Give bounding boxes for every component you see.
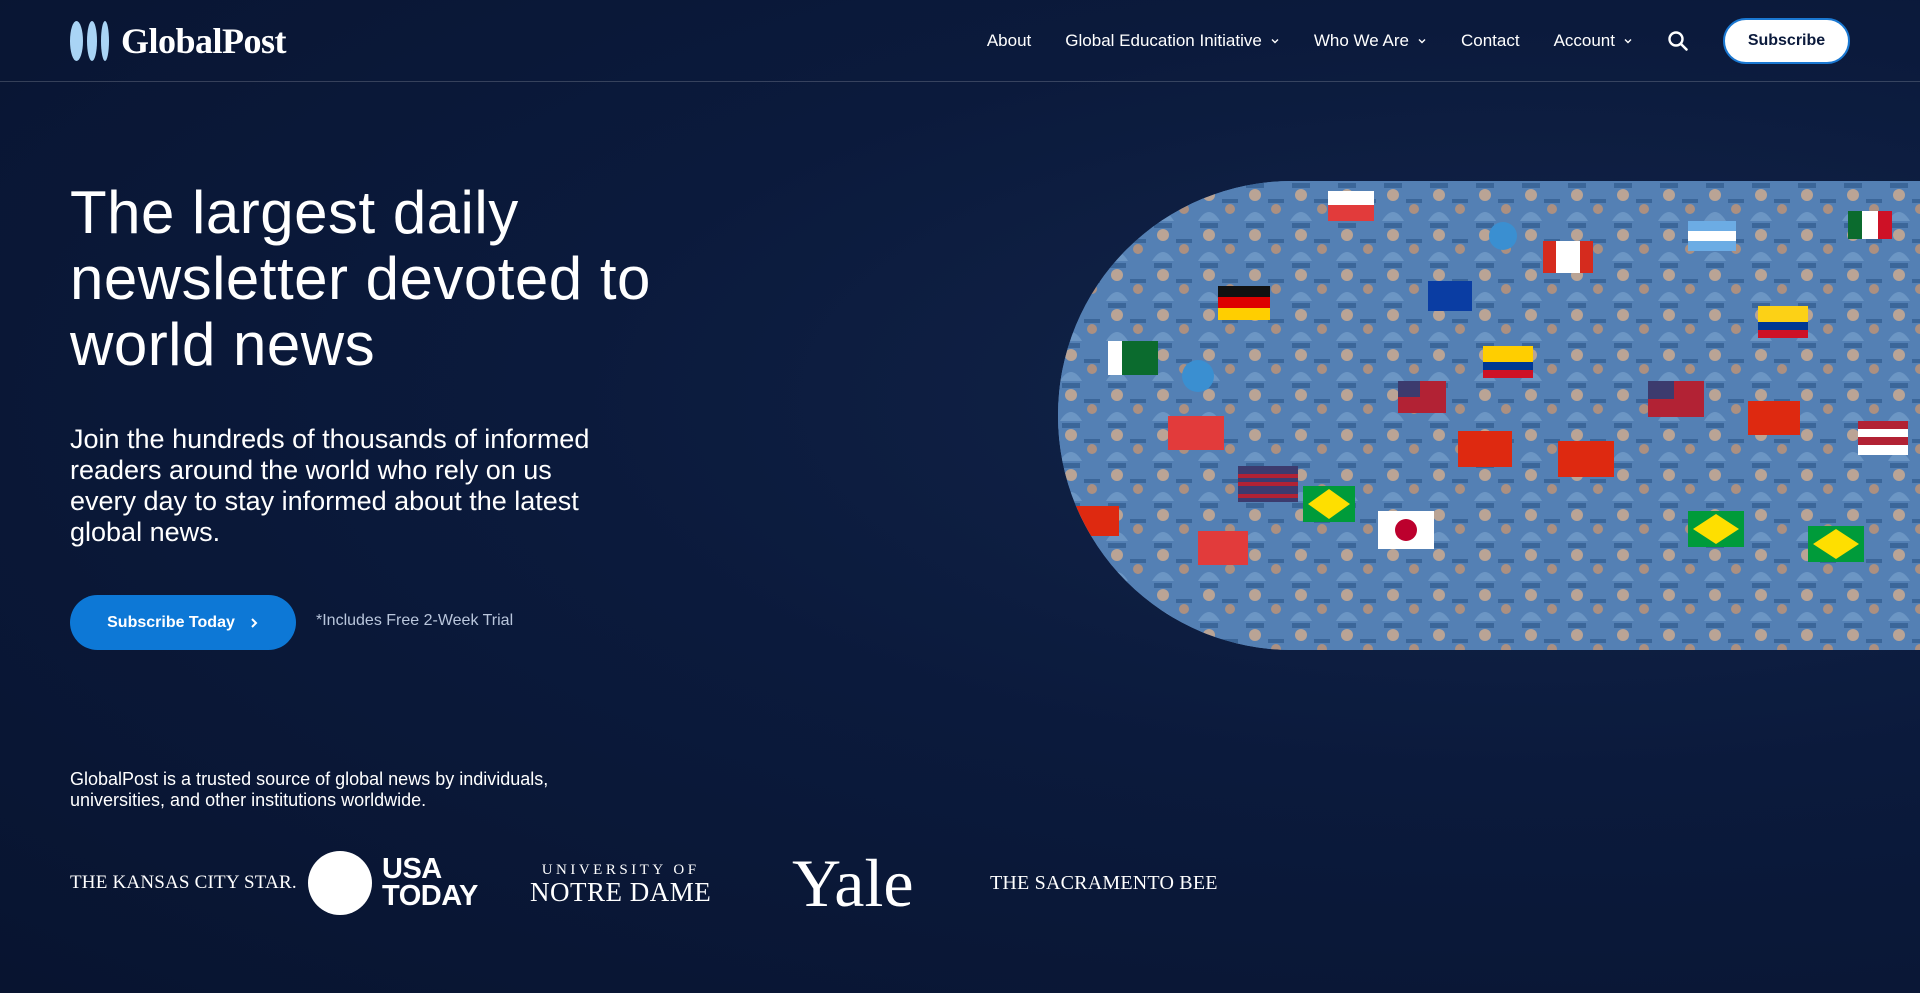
main-nav: About Global Education Initiative Who We…: [987, 18, 1850, 64]
chevron-down-icon: [1624, 39, 1632, 44]
usa-today-line1: USA: [382, 853, 442, 885]
hero-title: The largest daily newsletter devoted to …: [70, 179, 651, 378]
notre-dame-logo: UNIVERSITY OF NOTRE DAME: [530, 848, 711, 918]
subscribe-today-button[interactable]: Subscribe Today: [70, 595, 296, 650]
nav-item-about[interactable]: About: [987, 31, 1031, 51]
nav-item-contact[interactable]: Contact: [1461, 31, 1520, 51]
search-icon[interactable]: [1667, 30, 1689, 52]
hero-subtitle: Join the hundreds of thousands of inform…: [70, 424, 590, 547]
chevron-down-icon: [1418, 39, 1426, 44]
trust-statement: GlobalPost is a trusted source of global…: [70, 769, 549, 810]
hero-image-graduates-waving-flags: [1058, 181, 1920, 650]
nav-item-label: Contact: [1460, 31, 1520, 50]
notre-dame-line1: UNIVERSITY OF: [541, 861, 700, 878]
nav-item-account[interactable]: Account: [1554, 31, 1633, 51]
brand-name: GlobalPost: [121, 21, 287, 61]
site-header: GlobalPost About Global Education Initia…: [0, 0, 1920, 82]
chevron-down-icon: [1271, 39, 1279, 44]
usa-today-circle-icon: [308, 851, 372, 915]
nav-item-label: Global Education Initiative: [1065, 31, 1262, 50]
trial-note: *Includes Free 2-Week Trial: [316, 612, 514, 629]
usa-today-line2: TODAY: [382, 880, 478, 912]
globalpost-logo[interactable]: GlobalPost: [70, 19, 287, 63]
usa-today-logo: USA TODAY: [308, 848, 478, 918]
cta-label: Subscribe Today: [107, 613, 235, 631]
chevron-right-icon: [251, 617, 258, 628]
kansas-city-star-logo: THE KANSAS CITY STAR.: [70, 872, 297, 893]
yale-logo: Yale: [792, 844, 914, 921]
graduates-flags-illustration: [1058, 181, 1920, 650]
sacramento-bee-logo: THE SACRAMENTO BEE: [990, 871, 1218, 894]
nav-item-label: Who We Are: [1313, 31, 1409, 50]
globalpost-logo-mark-icon: [70, 19, 109, 63]
nav-item-global-education-initiative[interactable]: Global Education Initiative: [1065, 31, 1280, 51]
nav-item-who-we-are[interactable]: Who We Are: [1314, 31, 1427, 51]
notre-dame-line2: NOTRE DAME: [530, 876, 712, 907]
partner-logos: THE KANSAS CITY STAR. USA TODAY UNIVERSI…: [70, 844, 1217, 921]
nav-item-label: Account: [1553, 31, 1615, 50]
nav-item-label: About: [986, 31, 1032, 50]
subscribe-button[interactable]: Subscribe: [1723, 18, 1850, 64]
